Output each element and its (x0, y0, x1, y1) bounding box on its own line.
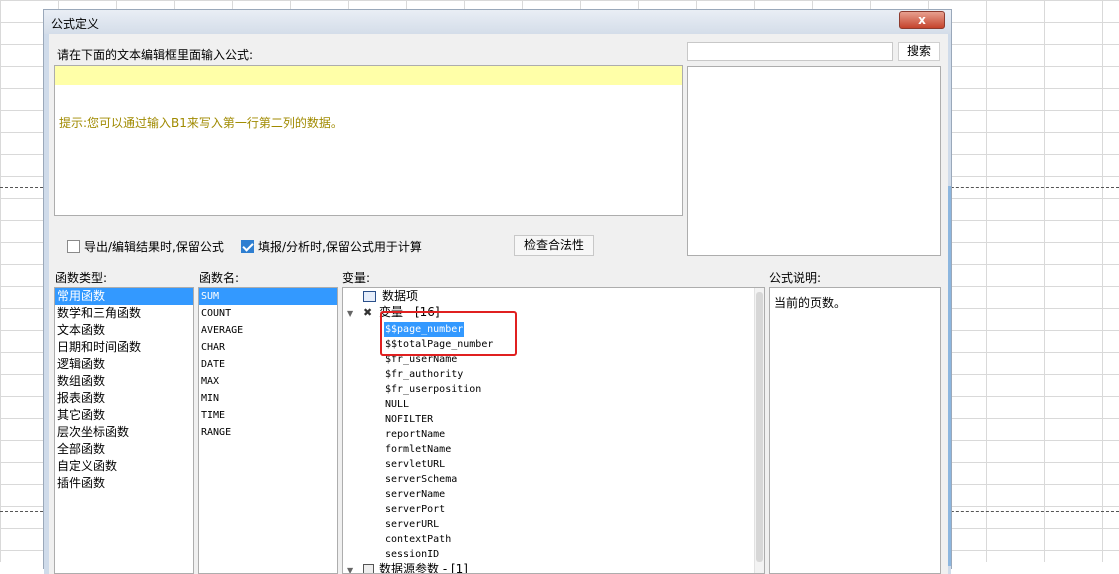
function-type-label: 函数类型: (55, 271, 108, 285)
tree-node-data-item[interactable]: 数据项 (363, 289, 418, 304)
function-name-item[interactable]: AVERAGE (199, 322, 337, 339)
variable-item[interactable]: $$totalPage_number (384, 337, 494, 352)
formula-editor[interactable]: 提示:您可以通过输入B1来写入第一行第二列的数据。 (54, 65, 683, 216)
function-name-item[interactable]: MAX (199, 373, 337, 390)
tree-node-label: 数据项 (382, 289, 419, 303)
hint-text: 提示:您可以通过输入B1来写入第一行第二列的数据。 (59, 116, 343, 130)
variable-item[interactable]: servletURL (384, 457, 446, 472)
dialog-titlebar[interactable]: 公式定义 x (44, 10, 951, 34)
function-name-list[interactable]: SUM COUNT AVERAGE CHAR DATE MAX MIN TIME RANGE (198, 287, 338, 574)
dialog-content: 请在下面的文本编辑框里面输入公式: 提示:您可以通过输入B1来写入第一行第二列的… (49, 34, 948, 574)
variable-item[interactable]: serverURL (384, 517, 440, 532)
tree-node-datasource[interactable]: ▼ 数据源参数 - [1] (347, 562, 468, 574)
variable-item[interactable]: $fr_authority (384, 367, 464, 382)
current-line[interactable] (55, 66, 682, 85)
keep-formula-fill-label: 填报/分析时,保留公式用于计算 (258, 240, 422, 254)
function-name-item[interactable]: CHAR (199, 339, 337, 356)
keep-formula-fill-option[interactable]: 填报/分析时,保留公式用于计算 (241, 238, 422, 255)
formula-description-panel: 当前的页数。 (769, 287, 941, 574)
variable-item[interactable]: NULL (384, 397, 410, 412)
function-name-item[interactable]: TIME (199, 407, 337, 424)
variable-item[interactable]: $fr_userName (384, 352, 458, 367)
function-type-item[interactable]: 插件函数 (55, 475, 193, 492)
variable-item[interactable]: contextPath (384, 532, 452, 547)
variable-group-icon: ✖ (363, 306, 373, 319)
function-name-label: 函数名: (199, 271, 240, 285)
tree-node-label: 数据源参数 - [1] (379, 562, 468, 574)
dialog-title: 公式定义 (51, 17, 100, 31)
variable-item[interactable]: serverPort (384, 502, 446, 517)
function-type-item[interactable]: 层次坐标函数 (55, 424, 193, 441)
variable-item[interactable]: $fr_userposition (384, 382, 482, 397)
function-type-item[interactable]: 常用函数 (55, 288, 193, 305)
search-results-box[interactable] (687, 66, 941, 256)
validate-button[interactable]: 检查合法性 (514, 235, 594, 256)
variable-item[interactable]: NOFILTER (384, 412, 434, 427)
vertical-scrollbar[interactable] (754, 288, 764, 573)
variable-item[interactable]: serverName (384, 487, 446, 502)
variable-tree[interactable]: 数据项 ▼ ✖ 变量 - [16] $$page_number $$totalPa… (342, 287, 765, 574)
tree-node-label: 变量 - [16] (379, 305, 440, 319)
search-button[interactable]: 搜索 (898, 42, 940, 61)
tree-node-variables[interactable]: ▼ ✖ 变量 - [16] (347, 305, 440, 320)
function-type-item[interactable]: 逻辑函数 (55, 356, 193, 373)
function-type-item[interactable]: 报表函数 (55, 390, 193, 407)
description-text: 当前的页数。 (774, 296, 847, 310)
keep-formula-export-checkbox[interactable] (67, 240, 80, 253)
function-type-item[interactable]: 数学和三角函数 (55, 305, 193, 322)
function-name-item[interactable]: DATE (199, 356, 337, 373)
function-name-item[interactable]: COUNT (199, 305, 337, 322)
datasource-icon (363, 564, 374, 573)
keep-formula-export-option[interactable]: 导出/编辑结果时,保留公式 (67, 238, 224, 255)
variable-label: 变量: (342, 271, 371, 285)
keep-formula-export-label: 导出/编辑结果时,保留公式 (84, 240, 224, 254)
variable-item[interactable]: sessionID (384, 547, 440, 562)
scrollbar-thumb[interactable] (756, 292, 763, 562)
function-type-item[interactable]: 其它函数 (55, 407, 193, 424)
close-button[interactable]: x (899, 11, 945, 29)
search-input[interactable] (687, 42, 893, 61)
function-name-item[interactable]: RANGE (199, 424, 337, 441)
variable-item[interactable]: serverSchema (384, 472, 458, 487)
formula-dialog: 公式定义 x 请在下面的文本编辑框里面输入公式: 提示:您可以通过输入B1来写入… (43, 9, 952, 574)
variable-item[interactable]: formletName (384, 442, 452, 457)
expand-arrow-icon[interactable]: ▼ (347, 306, 353, 321)
keep-formula-fill-checkbox[interactable] (241, 240, 254, 253)
variable-item[interactable]: $$page_number (384, 322, 465, 337)
function-type-list[interactable]: 常用函数 数学和三角函数 文本函数 日期和时间函数 逻辑函数 数组函数 报表函数 其它函数 层次… (54, 287, 194, 574)
function-name-item[interactable]: MIN (199, 390, 337, 407)
table-icon (363, 291, 376, 302)
function-type-item[interactable]: 全部函数 (55, 441, 193, 458)
function-type-item[interactable]: 日期和时间函数 (55, 339, 193, 356)
function-type-item[interactable]: 数组函数 (55, 373, 193, 390)
description-label: 公式说明: (769, 271, 822, 285)
function-name-item[interactable]: SUM (199, 288, 337, 305)
function-type-item[interactable]: 文本函数 (55, 322, 193, 339)
expand-arrow-icon[interactable]: ▼ (347, 563, 353, 573)
variable-item[interactable]: reportName (384, 427, 446, 442)
close-icon: x (918, 13, 926, 27)
function-type-item[interactable]: 自定义函数 (55, 458, 193, 475)
editor-prompt: 请在下面的文本编辑框里面输入公式: (57, 48, 254, 62)
